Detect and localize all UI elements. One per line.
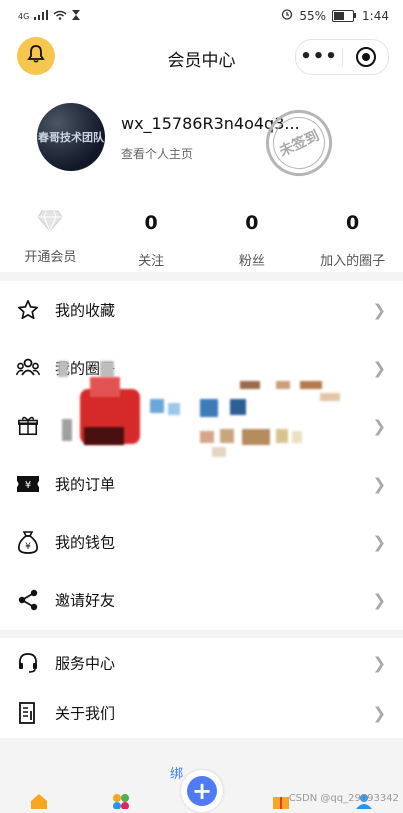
- tab-hint-text: 绑: [170, 767, 184, 782]
- menu-label: 我的收藏: [55, 301, 116, 320]
- gift-icon: [15, 413, 41, 439]
- chevron-right-icon: ❯: [372, 653, 386, 673]
- menu-item-invite[interactable]: 邀请好友 ❯: [0, 571, 403, 629]
- headset-icon: [15, 650, 41, 676]
- home-icon[interactable]: [30, 793, 48, 813]
- menu-item-service-center[interactable]: 服务中心 ❯: [0, 638, 403, 688]
- stat-vip[interactable]: 开通会员: [0, 196, 101, 272]
- menu-label: 我的钱包: [55, 533, 116, 552]
- battery-percent: 55%: [299, 8, 327, 23]
- signal-label: 4G: [18, 11, 30, 21]
- target-icon: [355, 47, 376, 67]
- chevron-right-icon: ❯: [372, 703, 386, 723]
- bottom-tabbar: 绑 + CSDN @qq_29093342: [0, 741, 403, 812]
- plus-icon: +: [187, 776, 217, 806]
- diamond-icon: [37, 210, 64, 234]
- stat-following[interactable]: 0 关注: [101, 196, 202, 272]
- chevron-right-icon: ❯: [372, 590, 386, 610]
- stat-value: 0: [144, 212, 158, 234]
- svg-text:¥: ¥: [25, 542, 31, 552]
- avatar[interactable]: 春哥技术团队: [37, 103, 105, 171]
- chevron-right-icon: ❯: [372, 532, 386, 552]
- group-icon: [15, 355, 41, 381]
- menu-item-orders[interactable]: ¥ 我的订单 ❯: [0, 455, 403, 513]
- close-mini-program-button[interactable]: [343, 47, 388, 67]
- stat-value: 0: [346, 212, 360, 234]
- avatar-logo-text: 春哥技术团队: [38, 130, 104, 144]
- apps-icon[interactable]: [112, 793, 130, 813]
- chevron-right-icon: ❯: [372, 358, 386, 378]
- star-icon: [15, 297, 41, 323]
- wifi-icon: [53, 9, 67, 23]
- menu-main: 我的收藏 ❯ 我的圈子 ❯ ❯ ¥ 我的订单 ❯ ¥ 我的钱包 ❯ 邀请好友 ❯: [0, 281, 403, 630]
- view-profile-link[interactable]: 查看个人主页: [121, 145, 193, 162]
- document-icon: [15, 700, 41, 726]
- menu-item-wallet[interactable]: ¥ 我的钱包 ❯: [0, 513, 403, 571]
- hourglass-icon: [72, 9, 81, 23]
- stat-fans[interactable]: 0 粉丝: [202, 196, 303, 272]
- check-in-stamp[interactable]: 未签到: [255, 99, 343, 187]
- profile-card[interactable]: 春哥技术团队 wx_15786R3n4o4q3... 查看个人主页 未签到: [0, 82, 403, 196]
- alarm-icon: [281, 8, 293, 23]
- header-bar: 会员中心 •••: [0, 32, 403, 82]
- share-icon: [15, 587, 41, 613]
- gift-tab-icon[interactable]: [272, 793, 290, 813]
- battery-icon: [332, 9, 357, 22]
- add-button[interactable]: +: [181, 770, 223, 812]
- stat-label: 开通会员: [24, 250, 77, 265]
- chevron-right-icon: ❯: [372, 300, 386, 320]
- signal-icon: [34, 9, 49, 23]
- more-button[interactable]: •••: [296, 40, 342, 74]
- status-bar: 4G 55% 1:44: [0, 0, 403, 32]
- stat-joined-circles[interactable]: 0 加入的圈子: [302, 196, 403, 272]
- menu-item-favorites[interactable]: 我的收藏 ❯: [0, 281, 403, 339]
- money-bag-icon: ¥: [15, 529, 41, 555]
- chevron-right-icon: ❯: [372, 474, 386, 494]
- menu-label: 邀请好友: [55, 591, 116, 610]
- mini-program-capsule: •••: [295, 39, 389, 75]
- menu-secondary: 服务中心 ❯ 关于我们 ❯: [0, 638, 403, 738]
- menu-label: 关于我们: [55, 704, 116, 723]
- stat-value: 0: [245, 212, 259, 234]
- menu-item-about[interactable]: 关于我们 ❯: [0, 688, 403, 738]
- menu-label: 服务中心: [55, 654, 116, 673]
- menu-label: 我的订单: [55, 475, 116, 494]
- stats-row: 开通会员 0 关注 0 粉丝 0 加入的圈子: [0, 196, 403, 272]
- watermark-text: CSDN @qq_29093342: [288, 793, 399, 804]
- svg-text:¥: ¥: [25, 480, 31, 491]
- stat-label: 粉丝: [238, 254, 265, 269]
- chevron-right-icon: ❯: [372, 416, 386, 436]
- check-in-stamp-text: 未签到: [277, 127, 322, 161]
- ticket-icon: ¥: [15, 471, 41, 497]
- stat-label: 关注: [138, 254, 165, 269]
- stat-label: 加入的圈子: [320, 254, 386, 269]
- clock-time: 1:44: [362, 8, 389, 23]
